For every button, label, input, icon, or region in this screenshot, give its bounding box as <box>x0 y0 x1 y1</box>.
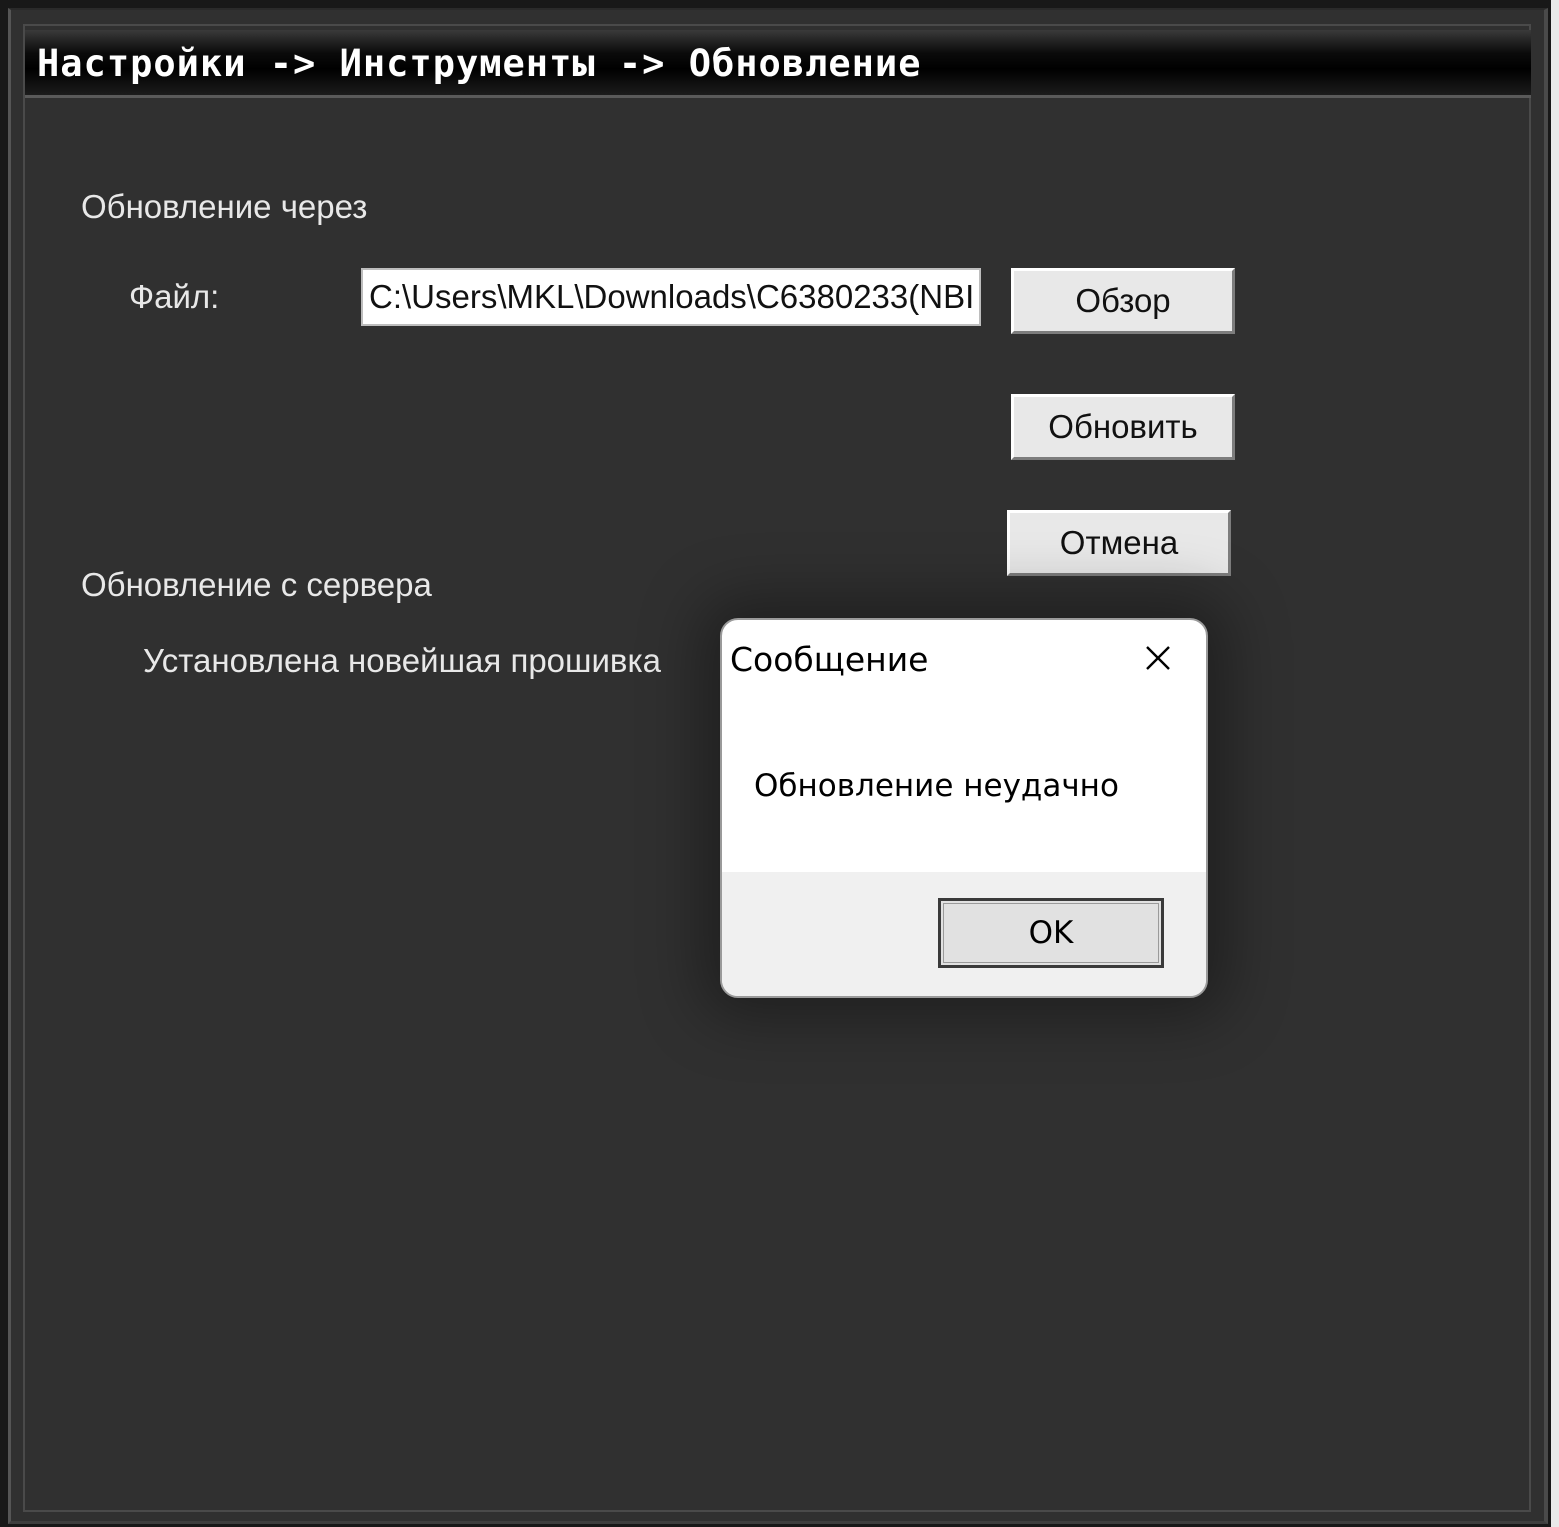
update-button[interactable]: Обновить <box>1011 394 1235 460</box>
dialog-close-button[interactable] <box>1134 634 1182 682</box>
background-window-edge <box>1551 0 1559 1527</box>
dialog-title: Сообщение <box>730 640 929 679</box>
close-icon <box>1146 646 1170 670</box>
dialog-message: Обновление неудачно <box>754 768 1119 804</box>
ok-button[interactable]: OK <box>938 898 1164 968</box>
firmware-status-text: Установлена новейшая прошивка <box>143 642 661 679</box>
page-title: Настройки -> Инструменты -> Обновление <box>37 42 922 85</box>
browse-button[interactable]: Обзор <box>1011 268 1235 334</box>
update-button-label: Обновить <box>1048 408 1198 445</box>
file-label: Файл: <box>129 278 220 315</box>
ok-button-label: OK <box>1028 915 1074 951</box>
title-bar: Настройки -> Инструменты -> Обновление <box>25 30 1531 98</box>
update-via-section-label: Обновление через <box>81 188 368 225</box>
dialog-footer: OK <box>722 872 1206 996</box>
browse-button-label: Обзор <box>1075 282 1171 319</box>
screen: Настройки -> Инструменты -> Обновление О… <box>0 0 1559 1527</box>
file-path-input[interactable] <box>361 268 981 326</box>
cancel-button[interactable]: Отмена <box>1007 510 1231 576</box>
cancel-button-label: Отмена <box>1059 524 1179 561</box>
message-dialog: Сообщение Обновление неудачно OK <box>720 618 1208 998</box>
update-from-server-section-label: Обновление с сервера <box>81 566 432 603</box>
